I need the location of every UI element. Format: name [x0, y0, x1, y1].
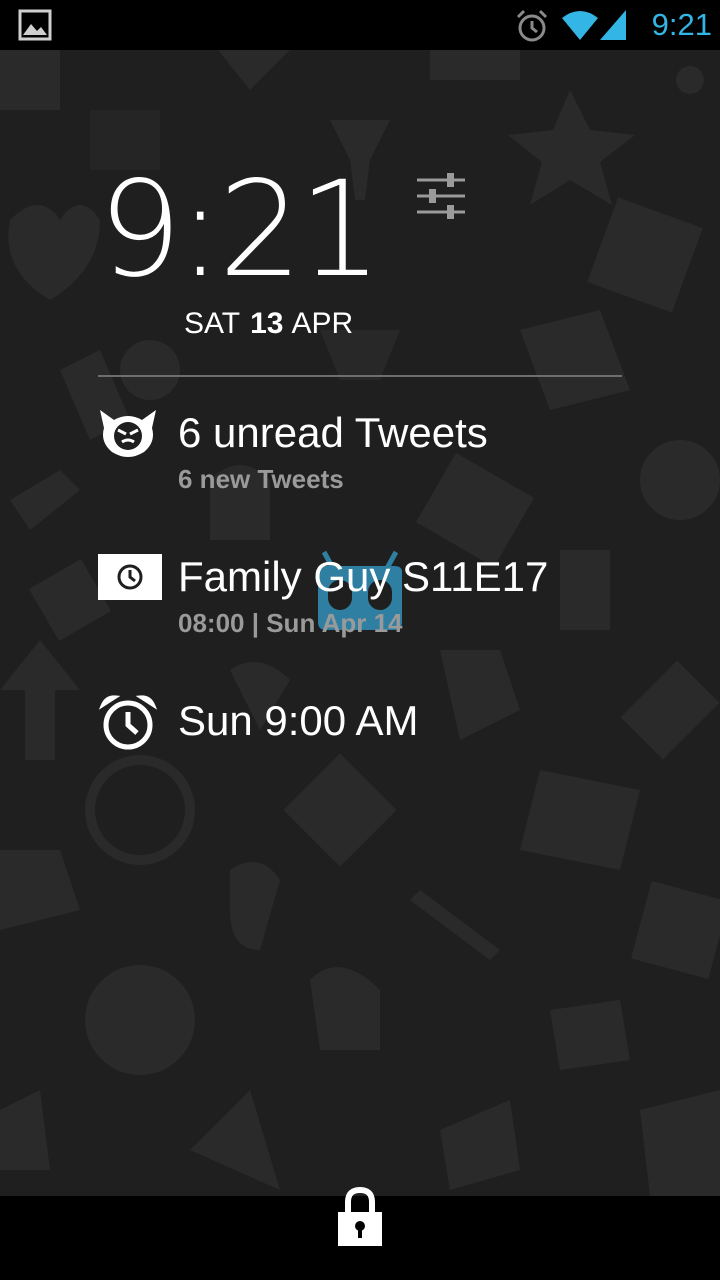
signal-icon	[600, 10, 626, 40]
notification-alarm[interactable]: Sun 9:00 AM	[98, 694, 658, 754]
alarm-icon	[516, 9, 548, 42]
date-month: APR	[291, 307, 354, 340]
lock-icon[interactable]	[336, 1186, 384, 1248]
status-time: 9:21	[651, 7, 712, 42]
gallery-icon	[18, 9, 52, 41]
notification-title: Family Guy S11E17	[178, 553, 549, 600]
alarm-clock-icon	[98, 695, 158, 750]
lockscreen-clock: 9:21	[98, 153, 382, 307]
calendar-event-icon	[98, 554, 162, 600]
notification-title: 6 unread Tweets	[178, 409, 488, 456]
status-bar[interactable]: 9:21	[0, 0, 720, 50]
lockscreen-date: SAT 13 APR	[184, 304, 353, 344]
notification-tweets[interactable]: 6 unread Tweets 6 new Tweets	[98, 408, 658, 498]
notification-calendar[interactable]: Family Guy S11E17 08:00 | Sun Apr 14	[98, 552, 658, 642]
date-weekday: SAT	[184, 307, 241, 340]
divider	[98, 375, 622, 377]
notification-subtitle: 08:00 | Sun Apr 14	[178, 608, 403, 638]
notification-subtitle: 6 new Tweets	[178, 464, 344, 494]
date-day: 13	[250, 307, 284, 340]
notification-title: Sun 9:00 AM	[178, 697, 419, 744]
wifi-icon	[562, 11, 598, 40]
settings-sliders-icon[interactable]	[414, 170, 468, 222]
twitter-bird-icon	[100, 410, 156, 457]
